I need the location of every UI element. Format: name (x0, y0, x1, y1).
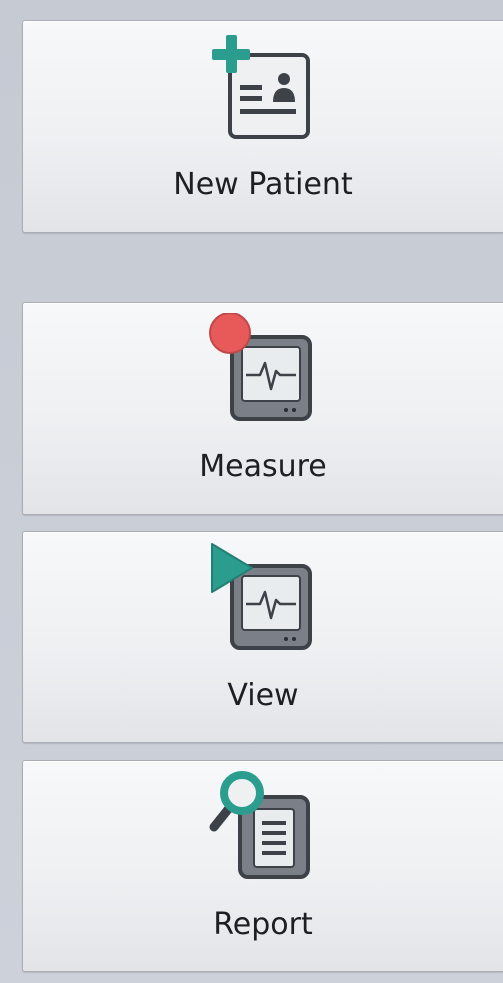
patient-card-add-icon (212, 35, 310, 139)
monitor-record-icon (209, 313, 312, 421)
monitor-play-icon (211, 543, 312, 650)
new-patient-button[interactable]: New Patient (22, 20, 503, 233)
report-search-icon (209, 771, 310, 879)
report-label: Report (213, 907, 313, 942)
new-patient-label: New Patient (173, 167, 353, 202)
view-button[interactable]: View (22, 531, 503, 743)
view-label: View (227, 678, 299, 713)
measure-label: Measure (199, 449, 327, 484)
sidebar: New Patient Measure View Report (0, 0, 503, 983)
report-button[interactable]: Report (22, 760, 503, 972)
measure-button[interactable]: Measure (22, 302, 503, 515)
